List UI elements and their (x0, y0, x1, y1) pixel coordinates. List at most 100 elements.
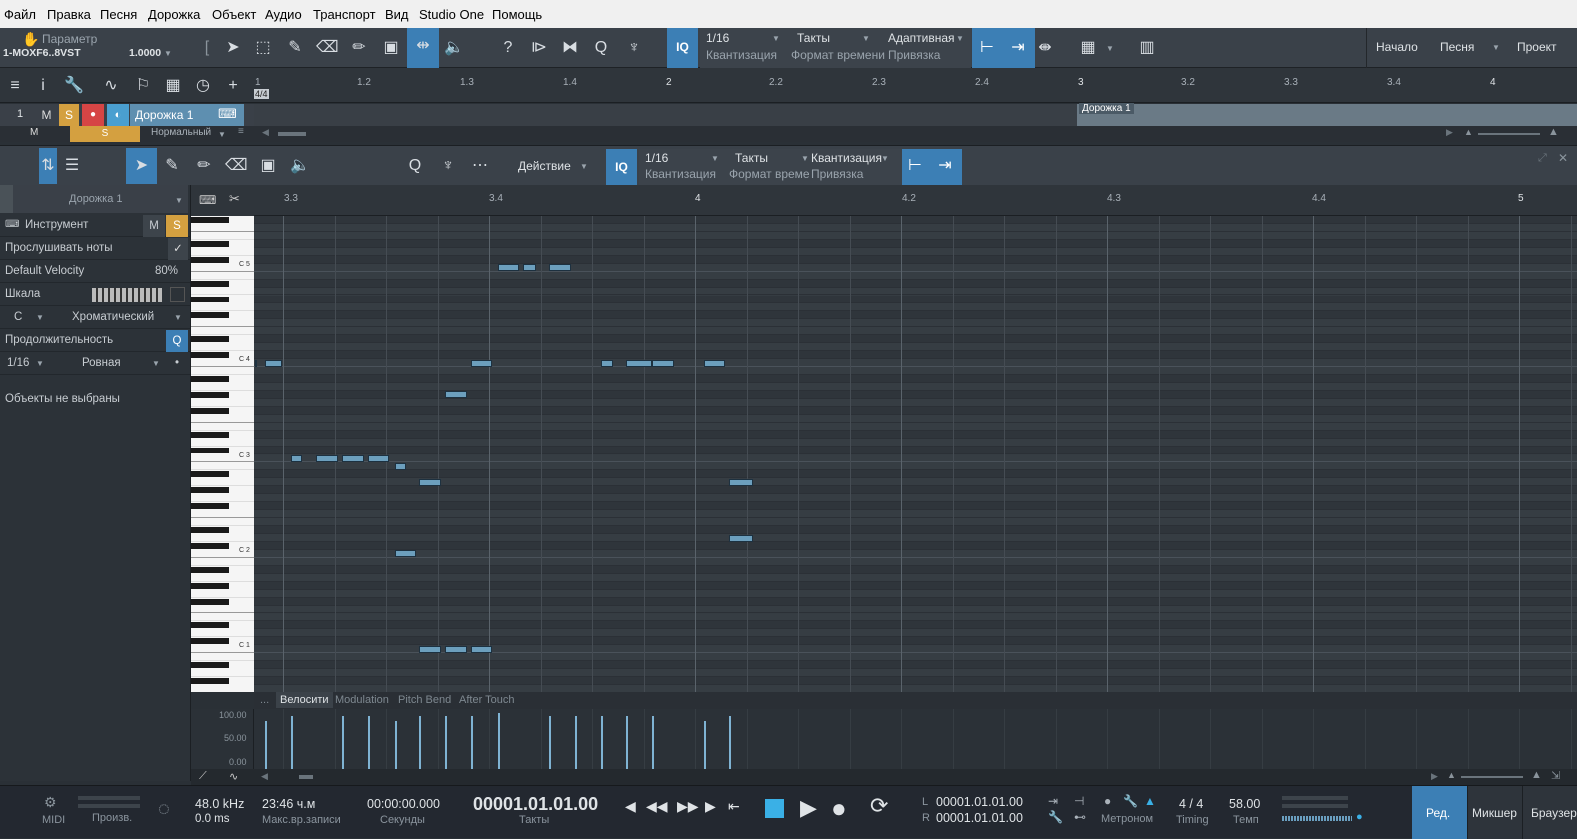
mute-button[interactable]: M (37, 104, 56, 126)
chevron-down-icon[interactable]: ▼ (174, 313, 182, 322)
chevron-down-icon[interactable]: ▼ (218, 130, 226, 139)
listen-tool-icon[interactable]: 🔈 (289, 148, 311, 184)
chevron-down-icon[interactable]: ▼ (801, 154, 809, 163)
zoom-in-icon[interactable]: ▲ (1548, 126, 1559, 138)
white-key[interactable] (191, 223, 254, 232)
white-key[interactable] (191, 303, 254, 312)
split-tool-icon[interactable]: ✎ (284, 30, 306, 66)
metronome-icon[interactable]: ♆ (437, 148, 459, 184)
white-key[interactable] (191, 605, 254, 614)
punch-icon[interactable]: ⊷ (1074, 810, 1086, 824)
velocity-bar[interactable] (729, 715, 732, 769)
scroll-right-icon[interactable]: ▶ (1431, 771, 1438, 782)
arrow-tool-icon[interactable]: ➤ (126, 148, 157, 184)
info-icon[interactable]: i (34, 68, 52, 103)
chevron-down-icon[interactable]: ▼ (881, 154, 889, 163)
stop-icon[interactable] (765, 799, 784, 818)
white-key[interactable] (191, 271, 254, 280)
midi-event[interactable]: Дорожка 1 (1077, 103, 1577, 126)
quantize-value[interactable]: 1/16 (706, 31, 729, 45)
black-key[interactable] (191, 566, 229, 573)
chevron-down-icon[interactable]: ▼ (772, 34, 780, 43)
menu-file[interactable]: Файл (4, 7, 36, 22)
zoom-out-icon[interactable]: ▲ (1464, 127, 1473, 137)
quantize-value[interactable]: 1/16 (645, 151, 668, 165)
zoom-in-icon[interactable]: ▲ (1531, 769, 1542, 781)
video-icon[interactable]: ▥ (1136, 30, 1158, 66)
midi-note[interactable] (254, 359, 258, 367)
line-tool-icon[interactable]: ⟋ (199, 770, 207, 783)
song-page-button[interactable]: Песня (1440, 40, 1474, 54)
black-key[interactable] (191, 391, 229, 398)
time-signature-value[interactable]: 4 / 4 (1179, 797, 1203, 811)
black-key[interactable] (191, 598, 229, 605)
time-bars[interactable]: 00001.01.01.00 (473, 794, 598, 815)
black-key[interactable] (191, 527, 229, 533)
menu-track[interactable]: Дорожка (148, 7, 200, 22)
add-track-icon[interactable]: + (223, 68, 243, 103)
click-icon[interactable]: ● (1104, 794, 1111, 808)
chevron-down-icon[interactable]: ▼ (36, 359, 44, 368)
black-key[interactable] (191, 447, 229, 454)
white-key[interactable] (191, 478, 254, 487)
mute-tool-icon[interactable]: ▣ (380, 30, 402, 66)
timebase-value[interactable]: Такты (797, 31, 830, 45)
track-selector[interactable]: Дорожка 1 ▼ (13, 185, 188, 213)
forward-icon[interactable]: ▶▶ (677, 798, 699, 815)
menu-edit[interactable]: Правка (47, 7, 91, 22)
midi-note[interactable] (264, 359, 283, 367)
list-icon[interactable]: ≡ (238, 126, 244, 137)
timebase-value[interactable]: Такты (735, 151, 768, 165)
quantize-length-button[interactable]: Q (166, 330, 188, 352)
scissors-icon[interactable]: ✂ (229, 191, 240, 207)
arrange-lane[interactable] (254, 104, 1077, 126)
midi-note[interactable] (600, 359, 614, 367)
velocity-lane[interactable] (254, 709, 1577, 769)
black-key[interactable] (191, 582, 229, 589)
tempo-value[interactable]: 58.00 (1229, 797, 1260, 811)
bend-tool-icon[interactable]: ⇹ (407, 28, 439, 68)
menu-song[interactable]: Песня (100, 7, 137, 22)
chevron-down-icon[interactable]: ▼ (152, 359, 160, 368)
root-note[interactable]: C (14, 311, 22, 323)
midi-note[interactable] (367, 455, 390, 462)
preroll-icon[interactable]: ⊣ (1074, 794, 1084, 808)
black-key[interactable] (191, 487, 229, 494)
midi-note[interactable] (470, 645, 493, 653)
menu-object[interactable]: Объект (212, 7, 256, 22)
scroll-left-icon[interactable]: ◀ (261, 771, 268, 782)
mute-indicator[interactable]: M (30, 127, 38, 138)
snap-value[interactable]: Адаптивная (888, 31, 955, 45)
velocity-bar[interactable] (549, 715, 552, 769)
chevron-down-icon[interactable]: ▼ (1492, 43, 1500, 52)
h-scroll-thumb[interactable] (299, 775, 313, 779)
white-key[interactable] (191, 613, 254, 622)
mute-tool-icon[interactable]: ▣ (257, 148, 279, 184)
white-key[interactable] (191, 422, 254, 431)
velocity-bar[interactable] (264, 721, 267, 769)
white-key[interactable] (191, 510, 254, 519)
volume-knob-icon[interactable]: ● (1356, 811, 1363, 823)
midi-note[interactable] (497, 264, 520, 272)
snap-arrow-icon[interactable]: ⇥ (1007, 30, 1029, 66)
project-page-button[interactable]: Проект (1517, 40, 1557, 54)
white-key[interactable] (191, 367, 254, 375)
snap-value[interactable]: Квантизация (811, 151, 882, 165)
menu-audio[interactable]: Аудио (265, 7, 302, 22)
black-key[interactable] (191, 376, 229, 382)
edit-view-button[interactable]: Ред. (1412, 786, 1467, 839)
velocity-value[interactable]: 80% (155, 265, 178, 277)
track-row[interactable]: 1 M S ● ◐ Дорожка 1 ⌨ Дорожка 1 (0, 103, 1577, 126)
rewind-start-icon[interactable]: ◀ (625, 798, 636, 815)
marker-icon[interactable]: ⚐ (133, 68, 153, 103)
solo-button[interactable]: S (59, 104, 79, 126)
solo-button[interactable]: S (166, 215, 188, 237)
white-key[interactable] (191, 343, 254, 352)
mixer-view-button[interactable]: Микшер (1467, 786, 1522, 839)
midi-note[interactable] (419, 478, 441, 486)
browser-view-button[interactable]: Браузер (1522, 786, 1577, 839)
paint-tool-icon[interactable]: ✏ (348, 30, 370, 66)
loop-icon[interactable]: ⟳ (870, 793, 888, 819)
white-key[interactable] (191, 669, 254, 678)
automation-icon[interactable]: ∿ (100, 68, 122, 103)
